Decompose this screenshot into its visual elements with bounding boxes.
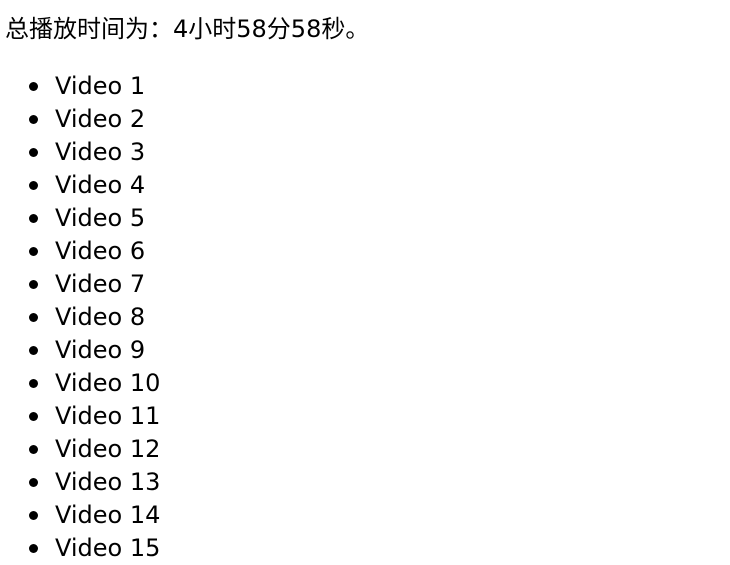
video-list-item: Video 5 <box>0 202 160 235</box>
video-label: Video 6 <box>55 237 146 265</box>
video-list-item: Video 11 <box>0 400 160 433</box>
video-label: Video 7 <box>55 270 146 298</box>
video-list: Video 1 Video 2 Video 3 Video 4 Video 5 … <box>0 70 160 565</box>
video-label: Video 12 <box>55 435 161 463</box>
bullet-icon <box>29 544 38 553</box>
video-label: Video 8 <box>55 303 146 331</box>
video-label: Video 14 <box>55 501 161 529</box>
bullet-icon <box>29 313 38 322</box>
video-list-item: Video 6 <box>0 235 160 268</box>
bullet-icon <box>29 280 38 289</box>
video-list-item: Video 4 <box>0 169 160 202</box>
video-label: Video 1 <box>55 72 146 100</box>
video-list-item: Video 10 <box>0 367 160 400</box>
bullet-icon <box>29 148 38 157</box>
bullet-icon <box>29 115 38 124</box>
bullet-icon <box>29 412 38 421</box>
video-list-item: Video 7 <box>0 268 160 301</box>
bullet-icon <box>29 346 38 355</box>
bullet-icon <box>29 82 38 91</box>
bullet-icon <box>29 478 38 487</box>
video-list-item: Video 14 <box>0 499 160 532</box>
bullet-icon <box>29 379 38 388</box>
video-list-item: Video 15 <box>0 532 160 565</box>
video-list-item: Video 2 <box>0 103 160 136</box>
bullet-icon <box>29 445 38 454</box>
video-label: Video 3 <box>55 138 146 166</box>
video-list-item: Video 12 <box>0 433 160 466</box>
video-label: Video 10 <box>55 369 161 397</box>
bullet-icon <box>29 247 38 256</box>
video-list-item: Video 13 <box>0 466 160 499</box>
video-label: Video 4 <box>55 171 146 199</box>
bullet-icon <box>29 511 38 520</box>
video-label: Video 11 <box>55 402 161 430</box>
total-playtime-text: 总播放时间为：4小时58分58秒。 <box>5 15 370 43</box>
video-label: Video 9 <box>55 336 146 364</box>
video-label: Video 15 <box>55 534 161 562</box>
bullet-icon <box>29 181 38 190</box>
video-list-item: Video 1 <box>0 70 160 103</box>
video-label: Video 5 <box>55 204 146 232</box>
video-label: Video 2 <box>55 105 146 133</box>
bullet-icon <box>29 214 38 223</box>
video-list-item: Video 9 <box>0 334 160 367</box>
video-list-item: Video 8 <box>0 301 160 334</box>
video-list-item: Video 3 <box>0 136 160 169</box>
video-label: Video 13 <box>55 468 161 496</box>
